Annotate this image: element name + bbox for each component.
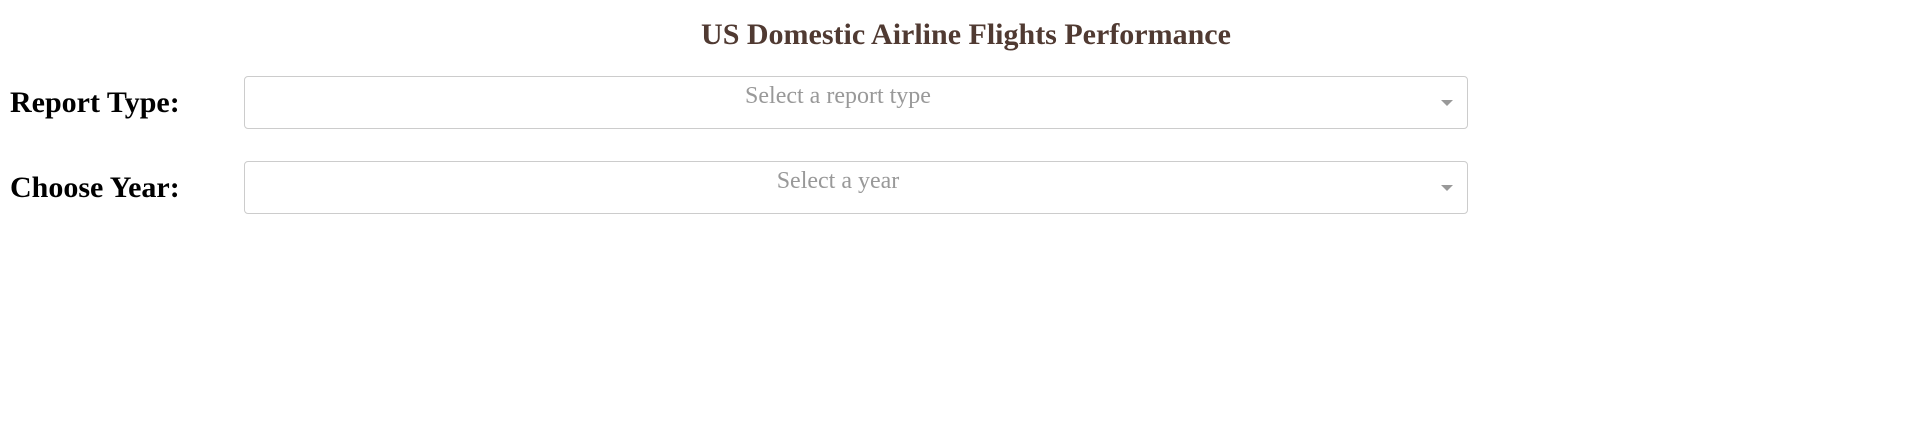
report-type-dropdown[interactable]: Select a report type (244, 76, 1468, 129)
report-type-placeholder: Select a report type (745, 83, 931, 109)
chevron-down-icon (1441, 185, 1453, 191)
chevron-down-icon (1441, 100, 1453, 106)
page-title: US Domestic Airline Flights Performance (701, 18, 1231, 51)
year-label: Choose Year: (10, 171, 180, 204)
report-type-label: Report Type: (10, 86, 180, 119)
report-type-arrow-zone[interactable] (1431, 77, 1467, 128)
year-row: Choose Year: Select a year (0, 161, 1480, 214)
report-type-row: Report Type: Select a report type (0, 76, 1480, 129)
year-arrow-zone[interactable] (1431, 162, 1467, 213)
year-dropdown[interactable]: Select a year (244, 161, 1468, 214)
year-placeholder: Select a year (776, 168, 900, 194)
